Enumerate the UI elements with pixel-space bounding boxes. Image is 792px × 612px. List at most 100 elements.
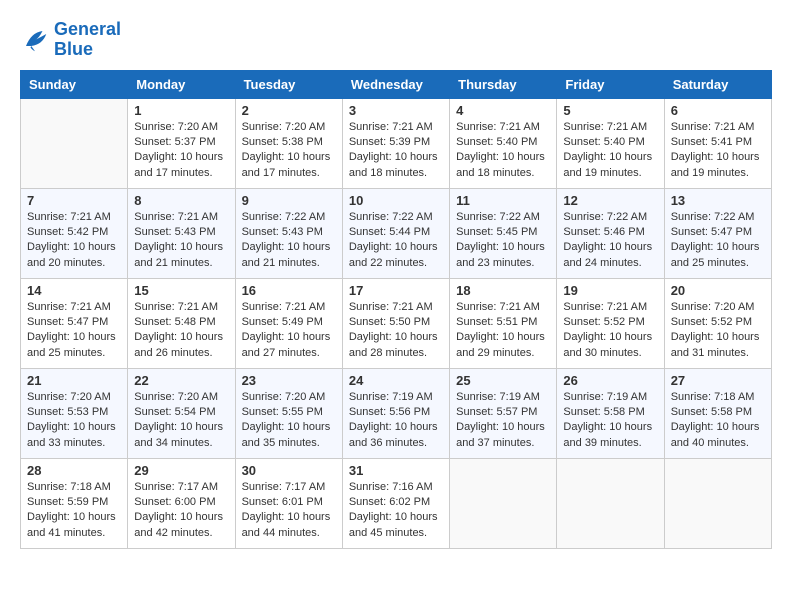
logo-text: General Blue [54,20,121,60]
day-cell: 29Sunrise: 7:17 AMSunset: 6:00 PMDayligh… [128,458,235,548]
day-cell: 28 Sunrise: 7:18 AMSunset: 5:59 PMDayligh… [21,458,128,548]
day-cell: 9 Sunrise: 7:22 AMSunset: 5:43 PMDaylight… [235,188,342,278]
day-number: 17 [349,283,443,298]
day-info: Sunrise: 7:17 AMSunset: 6:01 PMDaylight:… [242,480,336,542]
day-number: 29 [134,463,228,478]
day-cell: 13 Sunrise: 7:22 AMSunset: 5:47 PMDayligh… [664,188,771,278]
day-info: Sunrise: 7:20 AMSunset: 5:38 PMDaylight:… [242,120,336,182]
day-cell: 17 Sunrise: 7:21 AMSunset: 5:50 PMDayligh… [342,278,449,368]
day-cell [450,458,557,548]
day-info: Sunrise: 7:22 AMSunset: 5:45 PMDaylight:… [456,210,550,272]
day-number: 7 [27,193,121,208]
week-row-3: 14 Sunrise: 7:21 AMSunset: 5:47 PMDayligh… [21,278,772,368]
day-info: Sunrise: 7:19 AMSunset: 5:56 PMDaylight:… [349,390,443,452]
week-row-2: 7 Sunrise: 7:21 AMSunset: 5:42 PMDaylight… [21,188,772,278]
day-number: 10 [349,193,443,208]
day-number: 16 [242,283,336,298]
day-cell: 14 Sunrise: 7:21 AMSunset: 5:47 PMDayligh… [21,278,128,368]
day-number: 19 [563,283,657,298]
day-info: Sunrise: 7:21 AMSunset: 5:47 PMDaylight:… [27,300,121,362]
day-cell [664,458,771,548]
day-number: 12 [563,193,657,208]
day-cell: 31Sunrise: 7:16 AMSunset: 6:02 PMDayligh… [342,458,449,548]
week-row-5: 28 Sunrise: 7:18 AMSunset: 5:59 PMDayligh… [21,458,772,548]
day-number: 2 [242,103,336,118]
day-info: Sunrise: 7:21 AMSunset: 5:42 PMDaylight:… [27,210,121,272]
day-info: Sunrise: 7:19 AMSunset: 5:57 PMDaylight:… [456,390,550,452]
logo: General Blue [20,20,121,60]
day-number: 14 [27,283,121,298]
day-cell: 26Sunrise: 7:19 AMSunset: 5:58 PMDayligh… [557,368,664,458]
day-info: Sunrise: 7:21 AMSunset: 5:48 PMDaylight:… [134,300,228,362]
day-number: 13 [671,193,765,208]
day-cell: 10 Sunrise: 7:22 AMSunset: 5:44 PMDayligh… [342,188,449,278]
day-number: 8 [134,193,228,208]
day-cell: 30 Sunrise: 7:17 AMSunset: 6:01 PMDayligh… [235,458,342,548]
day-info: Sunrise: 7:18 AMSunset: 5:59 PMDaylight:… [27,480,121,542]
calendar-table: SundayMondayTuesdayWednesdayThursdayFrid… [20,70,772,549]
col-header-friday: Friday [557,70,664,98]
day-cell: 6Sunrise: 7:21 AMSunset: 5:41 PMDaylight… [664,98,771,188]
day-number: 20 [671,283,765,298]
day-cell [557,458,664,548]
day-number: 1 [134,103,228,118]
day-cell: 24 Sunrise: 7:19 AMSunset: 5:56 PMDayligh… [342,368,449,458]
day-info: Sunrise: 7:21 AMSunset: 5:50 PMDaylight:… [349,300,443,362]
day-info: Sunrise: 7:21 AMSunset: 5:43 PMDaylight:… [134,210,228,272]
day-cell: 21Sunrise: 7:20 AMSunset: 5:53 PMDayligh… [21,368,128,458]
day-cell: 15 Sunrise: 7:21 AMSunset: 5:48 PMDayligh… [128,278,235,368]
day-number: 5 [563,103,657,118]
day-cell [21,98,128,188]
week-row-1: 1 Sunrise: 7:20 AMSunset: 5:37 PMDaylight… [21,98,772,188]
col-header-thursday: Thursday [450,70,557,98]
day-number: 4 [456,103,550,118]
day-number: 22 [134,373,228,388]
day-info: Sunrise: 7:22 AMSunset: 5:44 PMDaylight:… [349,210,443,272]
day-cell: 22 Sunrise: 7:20 AMSunset: 5:54 PMDayligh… [128,368,235,458]
day-number: 15 [134,283,228,298]
day-info: Sunrise: 7:21 AMSunset: 5:40 PMDaylight:… [456,120,550,182]
day-number: 9 [242,193,336,208]
day-cell: 2 Sunrise: 7:20 AMSunset: 5:38 PMDaylight… [235,98,342,188]
col-header-tuesday: Tuesday [235,70,342,98]
calendar-header-row: SundayMondayTuesdayWednesdayThursdayFrid… [21,70,772,98]
day-number: 27 [671,373,765,388]
day-cell: 25 Sunrise: 7:19 AMSunset: 5:57 PMDayligh… [450,368,557,458]
day-cell: 11 Sunrise: 7:22 AMSunset: 5:45 PMDayligh… [450,188,557,278]
day-cell: 1 Sunrise: 7:20 AMSunset: 5:37 PMDaylight… [128,98,235,188]
day-info: Sunrise: 7:20 AMSunset: 5:37 PMDaylight:… [134,120,228,182]
day-cell: 20 Sunrise: 7:20 AMSunset: 5:52 PMDayligh… [664,278,771,368]
day-number: 25 [456,373,550,388]
day-cell: 3Sunrise: 7:21 AMSunset: 5:39 PMDaylight… [342,98,449,188]
day-info: Sunrise: 7:21 AMSunset: 5:51 PMDaylight:… [456,300,550,362]
day-info: Sunrise: 7:19 AMSunset: 5:58 PMDaylight:… [563,390,657,452]
day-number: 24 [349,373,443,388]
day-number: 18 [456,283,550,298]
day-cell: 27 Sunrise: 7:18 AMSunset: 5:58 PMDayligh… [664,368,771,458]
col-header-monday: Monday [128,70,235,98]
day-cell: 12 Sunrise: 7:22 AMSunset: 5:46 PMDayligh… [557,188,664,278]
day-number: 31 [349,463,443,478]
col-header-sunday: Sunday [21,70,128,98]
col-header-saturday: Saturday [664,70,771,98]
day-info: Sunrise: 7:22 AMSunset: 5:47 PMDaylight:… [671,210,765,272]
day-info: Sunrise: 7:22 AMSunset: 5:43 PMDaylight:… [242,210,336,272]
day-info: Sunrise: 7:20 AMSunset: 5:55 PMDaylight:… [242,390,336,452]
day-cell: 19Sunrise: 7:21 AMSunset: 5:52 PMDayligh… [557,278,664,368]
day-info: Sunrise: 7:18 AMSunset: 5:58 PMDaylight:… [671,390,765,452]
day-number: 11 [456,193,550,208]
day-info: Sunrise: 7:20 AMSunset: 5:53 PMDaylight:… [27,390,121,452]
day-cell: 23Sunrise: 7:20 AMSunset: 5:55 PMDayligh… [235,368,342,458]
day-number: 28 [27,463,121,478]
day-info: Sunrise: 7:22 AMSunset: 5:46 PMDaylight:… [563,210,657,272]
day-number: 3 [349,103,443,118]
day-cell: 16 Sunrise: 7:21 AMSunset: 5:49 PMDayligh… [235,278,342,368]
day-info: Sunrise: 7:20 AMSunset: 5:54 PMDaylight:… [134,390,228,452]
day-cell: 8 Sunrise: 7:21 AMSunset: 5:43 PMDaylight… [128,188,235,278]
day-cell: 5Sunrise: 7:21 AMSunset: 5:40 PMDaylight… [557,98,664,188]
page-header: General Blue [20,20,772,60]
day-number: 30 [242,463,336,478]
day-info: Sunrise: 7:21 AMSunset: 5:49 PMDaylight:… [242,300,336,362]
day-number: 6 [671,103,765,118]
day-info: Sunrise: 7:20 AMSunset: 5:52 PMDaylight:… [671,300,765,362]
